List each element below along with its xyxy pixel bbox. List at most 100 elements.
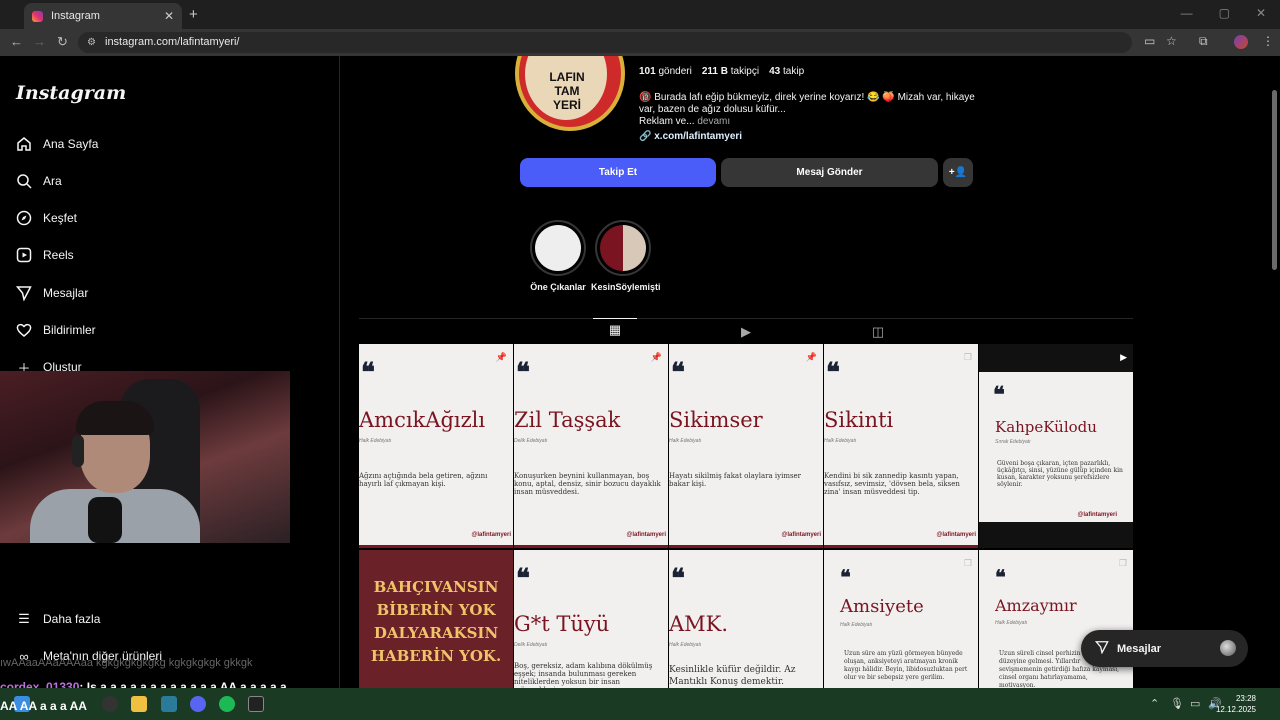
tab-posts[interactable]: ▦ [593,318,637,340]
post-tile[interactable]: ❐ ❝ Amzaymır Halk Edebiyatı Uzun süreli … [979,550,1133,688]
headset [72,435,84,467]
post-subtitle: Sırrak Edebiyatı [995,439,1031,445]
menu-dots-icon[interactable]: ⋮ [1262,34,1274,48]
instagram-logo[interactable]: Instagram [16,82,126,104]
bookmark-star-icon[interactable]: ☆ [1166,34,1177,48]
terminal-icon[interactable] [248,696,264,712]
file-explorer-icon[interactable] [131,696,147,712]
tab-tagged[interactable]: ◫ [856,321,900,343]
search-icon [16,173,32,189]
post-subtitle: Delik Edebiyatı [514,642,548,648]
discord-icon[interactable] [190,696,206,712]
post-tile[interactable]: ❐ ❝ Amsiyete Halk Edebiyatı Uzun süre am… [824,550,978,688]
url-text: instagram.com/lafintamyeri/ [105,36,240,48]
nav-notifications[interactable]: Bildirimler [16,322,96,338]
post-tile[interactable]: ▶ ❝ KahpeKülodu Sırrak Edebiyatı Güveni … [979,344,1133,548]
clock-date: 12.12.2025 [1215,705,1256,714]
tab-reels[interactable]: ▶ [724,321,768,343]
nav-messages[interactable]: Mesajlar [16,285,88,301]
network-icon[interactable]: ▭ [1190,697,1200,710]
nav-home[interactable]: Ana Sayfa [16,136,98,152]
reload-button[interactable]: ↻ [57,34,68,50]
cast-icon[interactable]: ▭ [1144,34,1155,48]
highlight-cover [600,225,646,271]
post-tile[interactable]: 📌 ❝ AmcıkAğızlı Halk Edebiyatı Ağzını aç… [359,344,513,548]
pin-icon: 📌 [805,352,817,362]
microphone [88,497,122,543]
url-input[interactable]: ⚙ instagram.com/lafintamyeri/ [78,32,1132,53]
quote-icon: ❝ [361,358,375,388]
post-definition: Kendini bi sik zannedip kasıntı yapan, v… [824,472,960,496]
nav-explore[interactable]: Keşfet [16,210,77,226]
nav-more[interactable]: ☰ Daha fazla [16,611,100,627]
close-window-icon[interactable]: ✕ [1256,6,1266,20]
post-tile[interactable]: 📌 ❝ Zil Taşşak Delik Edebiyatı Konuşurke… [514,344,668,548]
post-subtitle: Halk Edebiyatı [824,438,857,444]
messages-floating-button[interactable]: Mesajlar [1081,630,1248,667]
following-stat[interactable]: 43 takip [769,66,804,77]
highlight-label: KesinSöylemişti [591,282,661,292]
followers-stat[interactable]: 211 B takipçi [702,66,759,77]
extensions-icon[interactable]: ⧉ [1199,34,1208,49]
post-tile[interactable]: ❐ ❝ Sikinti Halk Edebiyatı Kendini bi si… [824,344,978,548]
bio-text: 🔞 Burada lafı eğip bükmeyiz, direk yerin… [639,92,975,115]
tagged-icon: ◫ [871,324,885,339]
vscode-icon[interactable] [161,696,177,712]
nav-search[interactable]: Ara [16,173,62,189]
tab-title: Instagram [51,10,100,22]
post-tile[interactable]: 📌 ❝ Sikimser Halk Edebiyatı Hayatı sikil… [669,344,823,548]
highlight-item[interactable]: KesinSöylemişti [591,220,661,292]
send-icon [1094,640,1109,657]
post-bar [824,545,978,548]
page-scrollbar[interactable] [1271,58,1278,688]
add-user-button[interactable]: +👤 [943,158,973,187]
obs-icon[interactable] [102,696,118,712]
minimize-icon[interactable]: — [1181,6,1193,20]
post-definition: Güveni boşa çıkaran, içten pazarlıklı, ü… [997,460,1123,488]
heart-icon [16,322,32,338]
profile-bio: 🔞 Burada lafı eğip bükmeyiz, direk yerin… [639,92,979,143]
streamer-hair [76,401,154,435]
address-bar-row: ← → ↻ ⚙ instagram.com/lafintamyeri/ ▭ ☆ … [0,29,1280,56]
profile-logo-text: LAFIN TAM YERİ [549,70,585,112]
new-tab-button[interactable]: + [189,6,198,23]
post-title: BAHÇIVANSIN BİBERİN YOK DALYARAKSIN HABE… [370,578,502,665]
post-title: KahpeKülodu [995,418,1097,436]
scrollbar-thumb[interactable] [1272,90,1277,270]
grid-icon: ▦ [608,321,622,337]
microphone-icon[interactable]: 🎙 [1170,697,1184,710]
post-tile[interactable]: BAHÇIVANSIN BİBERİN YOK DALYARAKSIN HABE… [359,550,513,688]
tray-chevron-icon[interactable]: ⌃ [1150,697,1159,710]
taskbar-clock[interactable]: 23:28 12.12.2025 [1216,693,1256,715]
carousel-icon: ❐ [1118,558,1127,568]
profile-link[interactable]: 🔗 x.com/lafintamyeri [639,131,979,143]
quote-icon: ❝ [993,382,1005,408]
nav-label: Ara [43,174,62,188]
messages-avatar [1220,640,1236,656]
profile-avatar-icon[interactable] [1234,35,1248,49]
post-handle: @lafintamyeri [936,532,976,538]
forward-button[interactable]: → [33,34,46,49]
messages-label: Mesajlar [1117,642,1162,655]
nav-reels[interactable]: Reels [16,247,74,263]
nav-label: Reels [43,248,74,262]
posts-stat: 101 gönderi [639,66,692,77]
carousel-icon: ❐ [963,352,972,362]
highlight-item[interactable]: Öne Çıkanlar [526,220,590,292]
post-title: Zil Taşşak [514,408,621,432]
tab-close-icon[interactable]: ✕ [164,9,174,23]
profile-picture[interactable]: LAFIN TAM YERİ [515,56,625,131]
post-bar [669,545,823,548]
bio-more-link[interactable]: devamı [697,116,730,127]
post-bar [359,545,513,548]
quote-icon: ❝ [671,564,685,594]
post-tile[interactable]: ❝ G*t Tüyü Delik Edebiyatı Boş, gereksiz… [514,550,668,688]
follow-button[interactable]: Takip Et [520,158,716,187]
back-button[interactable]: ← [10,34,23,49]
post-tile[interactable]: ❝ AMK. Halk Edebiyatı Kesinlikle küfür d… [669,550,823,688]
message-button[interactable]: Mesaj Gönder [721,158,938,187]
browser-tab[interactable]: Instagram ✕ [24,3,182,29]
maximize-icon[interactable]: ▢ [1219,6,1230,20]
site-info-icon[interactable]: ⚙ [87,32,96,53]
spotify-icon[interactable] [219,696,235,712]
